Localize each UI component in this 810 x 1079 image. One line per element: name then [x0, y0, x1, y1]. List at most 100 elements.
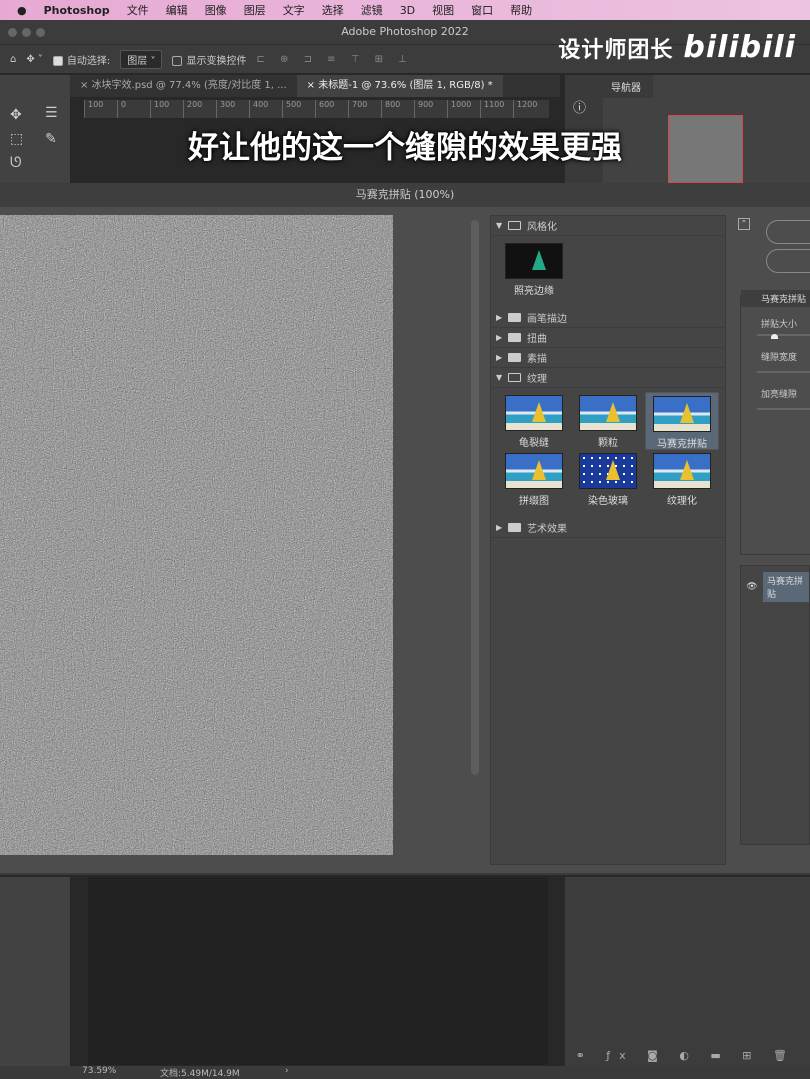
- info-icon[interactable]: ⓘ: [573, 97, 586, 116]
- filter-thumbnail: [579, 395, 637, 431]
- effect-layer-row[interactable]: 👁 马赛克拼贴: [741, 572, 809, 602]
- effect-layer-label: 马赛克拼贴: [763, 572, 809, 602]
- filter-label: 马赛克拼贴: [657, 439, 707, 450]
- show-transform-checkbox[interactable]: 显示变换控件: [172, 52, 246, 67]
- filter-thumbnail: [579, 453, 637, 489]
- category-artistic[interactable]: ▶ 艺术效果: [491, 518, 725, 538]
- zoom-level[interactable]: 73.59%: [82, 1066, 116, 1076]
- ruler-tick: 800: [381, 100, 414, 118]
- home-icon[interactable]: ⌂: [10, 54, 16, 65]
- lighten-grout-label: 加亮缝隙: [761, 390, 798, 400]
- ruler-tick: 1100: [480, 100, 513, 118]
- filter-patchwork[interactable]: 拼缀图: [497, 450, 571, 508]
- ruler-tick: 300: [216, 100, 249, 118]
- layer-actions-icons[interactable]: ⚭ ƒx ◙ ◐ ▬ ⊞ 🗑: [576, 1049, 796, 1062]
- filter-label: 拼缀图: [519, 496, 549, 507]
- canvas-area[interactable]: [88, 877, 548, 1065]
- menu-image[interactable]: 图像: [205, 2, 227, 18]
- ruler-tick: 500: [282, 100, 315, 118]
- grout-width-slider[interactable]: [757, 371, 810, 373]
- status-arrow-icon[interactable]: ›: [285, 1066, 289, 1076]
- filter-mosaic-tiles[interactable]: 马赛克拼贴: [645, 392, 719, 450]
- eye-icon[interactable]: 👁: [741, 582, 763, 592]
- layers-panel: ⚭ ƒx ◙ ◐ ▬ ⊞ 🗑: [565, 877, 810, 1066]
- dialog-title: 马赛克拼贴 (100%): [0, 183, 810, 207]
- category-sketch[interactable]: ▶ 素描: [491, 348, 725, 368]
- apple-icon[interactable]: ●: [17, 4, 27, 17]
- tile-size-slider[interactable]: [757, 334, 810, 339]
- mosaic-tiles-params: 马赛克拼贴 拼贴大小 缝隙宽度 加亮缝隙: [740, 290, 810, 555]
- filter-preview[interactable]: [0, 215, 393, 855]
- navigator-tab[interactable]: 导航器: [603, 75, 653, 98]
- menu-file[interactable]: 文件: [127, 2, 149, 18]
- filter-thumbnail: [653, 396, 711, 432]
- menu-3d[interactable]: 3D: [400, 4, 415, 17]
- watermark-channel: 设计师团长: [558, 38, 674, 63]
- video-subtitle: 好让他的这一个缝隙的效果更强: [188, 130, 622, 166]
- tab-label: 未标题-1 @ 73.6% (图层 1, RGB/8) *: [318, 80, 493, 91]
- filter-thumbnail: [505, 243, 563, 279]
- zoom-window-button[interactable]: [36, 28, 45, 37]
- filter-craquelure[interactable]: 龟裂缝: [497, 392, 571, 450]
- tab-label: 冰块字效.psd @ 77.4% (亮度/对比度 1, ...: [91, 80, 287, 91]
- status-bar: 73.59% 文档:5.49M/14.9M ›: [0, 1066, 810, 1079]
- menu-layer[interactable]: 图层: [244, 2, 266, 18]
- ruler-tick: 400: [249, 100, 282, 118]
- auto-select-value: 图层: [127, 55, 148, 67]
- ruler-tick: 700: [348, 100, 381, 118]
- doc-size: 文档:5.49M/14.9M: [160, 1069, 240, 1079]
- collapse-icon[interactable]: ⌃: [738, 218, 750, 230]
- filter-stained-glass[interactable]: 染色玻璃: [571, 450, 645, 508]
- menu-app[interactable]: Photoshop: [44, 4, 110, 17]
- show-transform-label: 显示变换控件: [186, 55, 247, 67]
- category-brush-strokes[interactable]: ▶ 画笔描边: [491, 308, 725, 328]
- bilibili-logo: bilibili: [683, 30, 796, 65]
- move-tool-icon[interactable]: ✥ ˅: [26, 54, 43, 65]
- menu-edit[interactable]: 编辑: [166, 2, 188, 18]
- filter-label: 颗粒: [598, 438, 618, 449]
- menu-bar: ● Photoshop 文件 编辑 图像 图层 文字 选择 滤镜 3D 视图 窗…: [0, 0, 810, 20]
- ruler-tick: 1200: [513, 100, 546, 118]
- lighten-grout-slider[interactable]: [757, 408, 810, 410]
- tab-ice-text[interactable]: × 冰块字效.psd @ 77.4% (亮度/对比度 1, ...: [70, 75, 297, 97]
- ruler-tick: 1000: [447, 100, 480, 118]
- menu-help[interactable]: 帮助: [510, 2, 532, 18]
- horizontal-ruler: 100 0 100 200 300 400 500 600 700 800 900 1000 1100 1…: [84, 100, 549, 118]
- auto-select-checkbox[interactable]: 自动选择:: [52, 52, 110, 67]
- tools-panel-lower: [0, 877, 70, 1066]
- menu-window[interactable]: 窗口: [471, 2, 493, 18]
- filter-label: 照亮边缘: [514, 286, 554, 297]
- category-stylize[interactable]: ▼ 风格化: [491, 216, 725, 236]
- document-tabs: × 冰块字效.psd @ 77.4% (亮度/对比度 1, ... × 未标题-…: [70, 75, 560, 97]
- ruler-tick: 100: [150, 100, 183, 118]
- ruler-tick: 0: [117, 100, 150, 118]
- category-texture[interactable]: ▼ 纹理: [491, 368, 725, 388]
- filter-thumbnail: [653, 453, 711, 489]
- filter-thumbnail: [505, 395, 563, 431]
- cancel-button[interactable]: [766, 249, 810, 273]
- category-label: 艺术效果: [527, 524, 567, 535]
- minimize-window-button[interactable]: [22, 28, 31, 37]
- menu-filter[interactable]: 滤镜: [361, 2, 383, 18]
- preview-scrollbar[interactable]: [471, 220, 479, 775]
- close-window-button[interactable]: [8, 28, 17, 37]
- menu-view[interactable]: 视图: [432, 2, 454, 18]
- params-title: 马赛克拼贴: [741, 290, 810, 307]
- tab-untitled[interactable]: × 未标题-1 @ 73.6% (图层 1, RGB/8) *: [296, 75, 503, 97]
- filter-glowing-edges[interactable]: 照亮边缘: [497, 240, 571, 298]
- auto-select-dropdown[interactable]: 图层 ˅: [120, 49, 163, 69]
- menu-select[interactable]: 选择: [322, 2, 344, 18]
- effect-layers: 👁 马赛克拼贴: [740, 565, 810, 845]
- filter-grain[interactable]: 颗粒: [571, 392, 645, 450]
- category-distort[interactable]: ▶ 扭曲: [491, 328, 725, 348]
- menu-type[interactable]: 文字: [283, 2, 305, 18]
- ok-button[interactable]: [766, 220, 810, 244]
- filter-label: 染色玻璃: [588, 496, 628, 507]
- category-label: 画笔描边: [527, 314, 567, 325]
- tile-size-label: 拼贴大小: [761, 320, 798, 330]
- category-label: 扭曲: [527, 334, 547, 345]
- align-icons[interactable]: ⊏ ⊕ ⊐ ≡ ⊤ ⊞ ⊥: [256, 54, 412, 65]
- filter-texturizer[interactable]: 纹理化: [645, 450, 719, 508]
- ruler-tick: 100: [84, 100, 117, 118]
- ruler-tick: 200: [183, 100, 216, 118]
